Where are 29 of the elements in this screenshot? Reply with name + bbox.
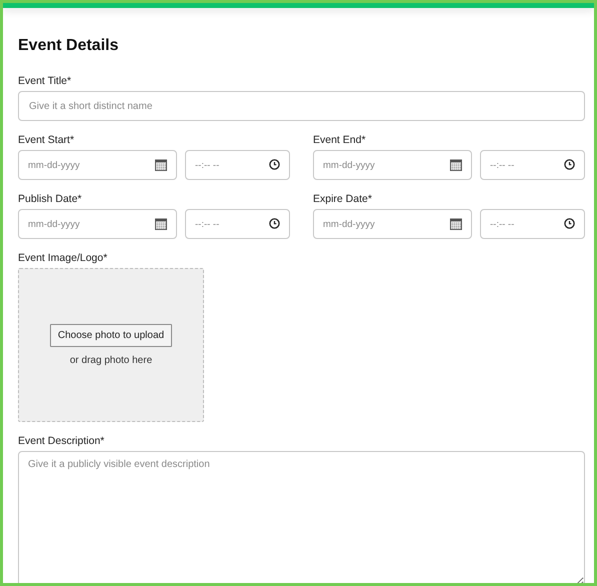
time-field[interactable]: --:-- -- bbox=[480, 209, 585, 239]
calendar-icon[interactable] bbox=[450, 218, 462, 230]
image-drop-zone[interactable]: Choose photo to upload or drag photo here bbox=[18, 268, 204, 422]
description-textarea[interactable]: Give it a publicly visible event description bbox=[18, 451, 585, 583]
field-label: Event Description* bbox=[18, 434, 106, 448]
field-label: Event Title* bbox=[18, 74, 72, 88]
time-field[interactable]: --:-- -- bbox=[185, 150, 290, 180]
date-field[interactable]: mm-dd-yyyy bbox=[18, 209, 177, 239]
calendar-icon[interactable] bbox=[155, 159, 167, 171]
time-field[interactable]: --:-- -- bbox=[480, 150, 585, 180]
field-label: Expire Date* bbox=[313, 192, 373, 206]
clock-icon[interactable] bbox=[564, 218, 575, 229]
date-field[interactable]: mm-dd-yyyy bbox=[313, 150, 472, 180]
field-label: Event Start* bbox=[18, 133, 76, 147]
choose-photo-button[interactable]: Choose photo to upload bbox=[50, 324, 172, 347]
title-input[interactable]: Give it a short distinct name bbox=[18, 91, 585, 121]
clock-icon[interactable] bbox=[269, 218, 280, 229]
clock-icon[interactable] bbox=[564, 159, 575, 170]
field-label: Event Image/Logo* bbox=[18, 251, 108, 265]
section-heading: Event Details bbox=[18, 36, 120, 56]
drag-hint: or drag photo here bbox=[70, 355, 152, 366]
calendar-icon[interactable] bbox=[450, 159, 462, 171]
field-label: Publish Date* bbox=[18, 192, 83, 206]
calendar-icon[interactable] bbox=[155, 218, 167, 230]
time-field[interactable]: --:-- -- bbox=[185, 209, 290, 239]
clock-icon[interactable] bbox=[269, 159, 280, 170]
field-label: Event End* bbox=[313, 133, 367, 147]
date-field[interactable]: mm-dd-yyyy bbox=[313, 209, 472, 239]
date-field[interactable]: mm-dd-yyyy bbox=[18, 150, 177, 180]
